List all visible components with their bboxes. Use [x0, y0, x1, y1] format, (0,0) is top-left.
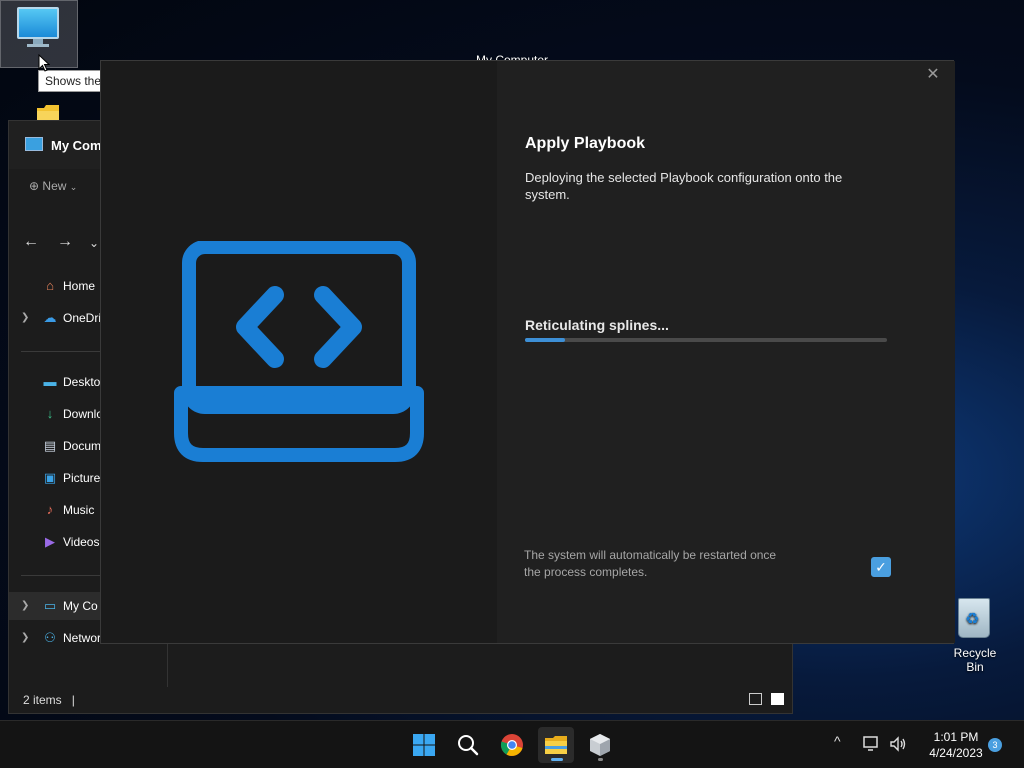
file-explorer-taskbar-button[interactable]: [538, 727, 574, 763]
sidebar-item-label: Music: [63, 503, 95, 517]
chrome-taskbar-button[interactable]: [494, 727, 530, 763]
home-icon: ⌂: [46, 278, 54, 293]
chevron-right-icon[interactable]: ❯: [21, 592, 29, 620]
taskbar: ^ 1:01 PM 4/24/2023 3: [0, 720, 1024, 768]
restart-note: The system will automatically be restart…: [524, 548, 777, 579]
chevron-down-icon[interactable]: ⌄: [89, 236, 99, 250]
recycle-bin-icon: ♻: [958, 598, 990, 638]
new-button[interactable]: ⊕ New ⌄: [29, 179, 77, 193]
volume-icon[interactable]: [888, 734, 908, 757]
sidebar-item-label: Deskto: [63, 375, 101, 389]
dialog-description: Deploying the selected Playbook configur…: [525, 170, 843, 202]
plus-icon: ⊕: [29, 179, 40, 193]
monitor-icon: [17, 7, 59, 39]
clock[interactable]: 1:01 PM 4/24/2023: [920, 729, 992, 761]
show-hidden-icons-chevron[interactable]: ^: [834, 733, 841, 749]
windows-icon: [413, 734, 435, 756]
video-icon: ▶: [45, 534, 55, 549]
forward-arrow-icon[interactable]: →: [57, 233, 73, 251]
cloud-icon: ☁: [43, 310, 57, 325]
network-icon[interactable]: [862, 734, 882, 757]
music-icon: ♪: [46, 502, 54, 517]
laptop-code-icon: [174, 241, 424, 462]
chevron-down-icon: ⌄: [69, 182, 78, 192]
sidebar-item-label: OneDri: [63, 311, 102, 325]
clock-date: 4/24/2023: [929, 746, 983, 760]
progress-bar: [525, 338, 887, 342]
progress-label: Reticulating splines...: [525, 317, 669, 333]
desktop-icon: ▬: [43, 374, 57, 389]
sidebar-item-label: Home: [63, 279, 96, 293]
download-icon: ↓: [46, 406, 54, 421]
document-icon: ▤: [43, 438, 57, 453]
sidebar-item-label: My Co: [63, 599, 98, 613]
picture-icon: ▣: [43, 470, 57, 485]
recycle-bin-desktop-icon[interactable]: ♻ Recycle Bin: [944, 598, 1006, 674]
tiles-view-icon[interactable]: [771, 693, 784, 705]
notification-badge[interactable]: 3: [988, 738, 1002, 752]
chevron-right-icon[interactable]: ❯: [21, 304, 29, 332]
clock-time: 1:01 PM: [933, 730, 979, 744]
details-view-icon[interactable]: [749, 693, 762, 705]
dialog-title: Apply Playbook: [525, 135, 646, 152]
app-taskbar-button[interactable]: [582, 727, 618, 763]
search-icon: [458, 735, 479, 756]
chrome-icon: [500, 734, 523, 756]
start-button[interactable]: [406, 727, 442, 763]
computer-icon: ▭: [43, 598, 57, 613]
progress-bar-fill: [525, 338, 565, 342]
new-label: New: [42, 179, 67, 193]
computer-icon: [25, 137, 43, 151]
chevron-right-icon[interactable]: ❯: [21, 624, 29, 652]
restart-checkbox[interactable]: ✓: [871, 557, 891, 577]
sidebar-item-label: Picture: [63, 471, 101, 485]
sidebar-item-label: Downlo: [63, 407, 104, 421]
back-arrow-icon[interactable]: ←: [23, 233, 39, 251]
network-icon: ⚇: [44, 630, 56, 645]
close-icon[interactable]: ✕: [923, 65, 943, 85]
recycle-bin-label: Recycle Bin: [953, 646, 997, 674]
apply-playbook-dialog: ✕ Apply Playbook Deploying the selected …: [100, 60, 955, 644]
mouse-cursor-icon: [38, 54, 50, 72]
search-button[interactable]: [450, 727, 486, 763]
status-bar-item-count: 2 items |: [23, 693, 75, 707]
sidebar-item-label: Videos: [63, 535, 100, 549]
sidebar-item-label: Docum: [63, 439, 102, 453]
sidebar-item-label: Networ: [63, 631, 102, 645]
